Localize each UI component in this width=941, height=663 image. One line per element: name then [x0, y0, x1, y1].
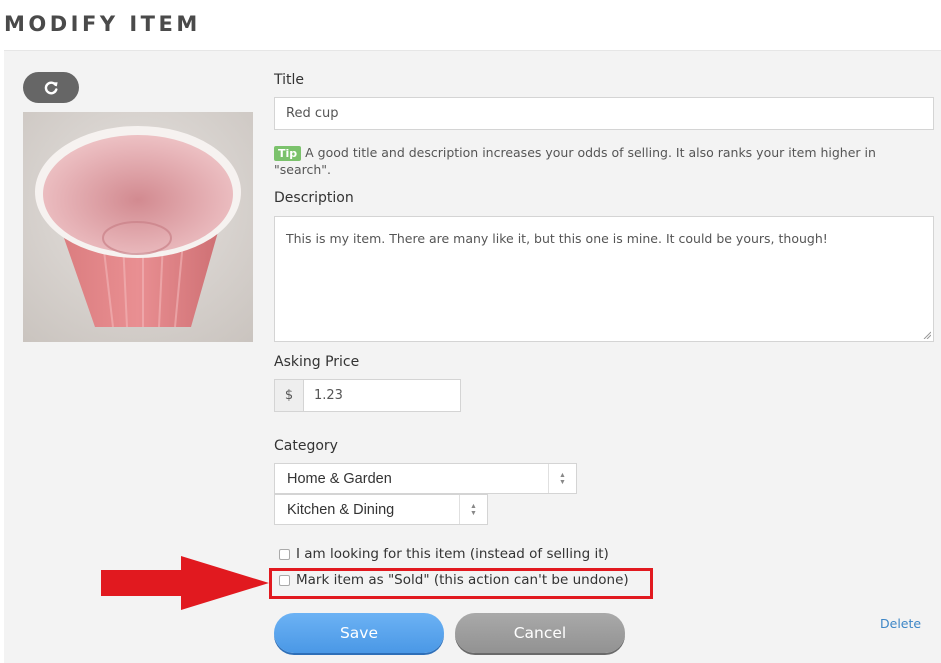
- category-primary-value: Home & Garden: [287, 470, 392, 487]
- select-arrows-icon: ▲ ▼: [548, 464, 576, 493]
- cancel-button[interactable]: Cancel: [455, 613, 625, 653]
- tip-text-block: Tip A good title and description increase…: [274, 144, 914, 178]
- price-label: Asking Price: [274, 354, 360, 370]
- select-arrows-icon: ▲ ▼: [459, 495, 487, 524]
- resize-grip-icon[interactable]: [923, 331, 931, 339]
- red-cup-image: [23, 112, 253, 342]
- description-textarea[interactable]: This is my item. There are many like it,…: [274, 216, 934, 342]
- price-input-group[interactable]: $ 1.23: [274, 379, 461, 412]
- category-label: Category: [274, 438, 338, 454]
- description-text: This is my item. There are many like it,…: [286, 231, 828, 246]
- item-photo: [23, 112, 253, 342]
- looking-for-item-option[interactable]: I am looking for this item (instead of s…: [279, 546, 609, 562]
- red-arrow-icon: [101, 556, 269, 610]
- currency-addon: $: [275, 380, 304, 411]
- looking-for-item-label: I am looking for this item (instead of s…: [296, 546, 609, 562]
- save-button[interactable]: Save: [274, 613, 444, 653]
- delete-link[interactable]: Delete: [880, 616, 921, 631]
- price-input[interactable]: 1.23: [304, 380, 460, 411]
- description-label: Description: [274, 190, 354, 206]
- looking-for-item-checkbox[interactable]: [279, 548, 290, 560]
- title-label: Title: [274, 72, 305, 88]
- tip-text: A good title and description increases y…: [274, 145, 876, 177]
- category-primary-select[interactable]: Home & Garden ▲ ▼: [274, 463, 577, 494]
- category-secondary-select[interactable]: Kitchen & Dining ▲ ▼: [274, 494, 488, 525]
- title-input[interactable]: Red cup: [274, 97, 934, 130]
- page-title: MODIFY ITEM: [4, 12, 201, 36]
- rotate-icon: [43, 80, 59, 96]
- category-secondary-value: Kitchen & Dining: [287, 501, 395, 518]
- tip-badge: Tip: [274, 146, 302, 161]
- rotate-image-button[interactable]: [23, 72, 79, 103]
- annotation-highlight-box: [269, 568, 653, 599]
